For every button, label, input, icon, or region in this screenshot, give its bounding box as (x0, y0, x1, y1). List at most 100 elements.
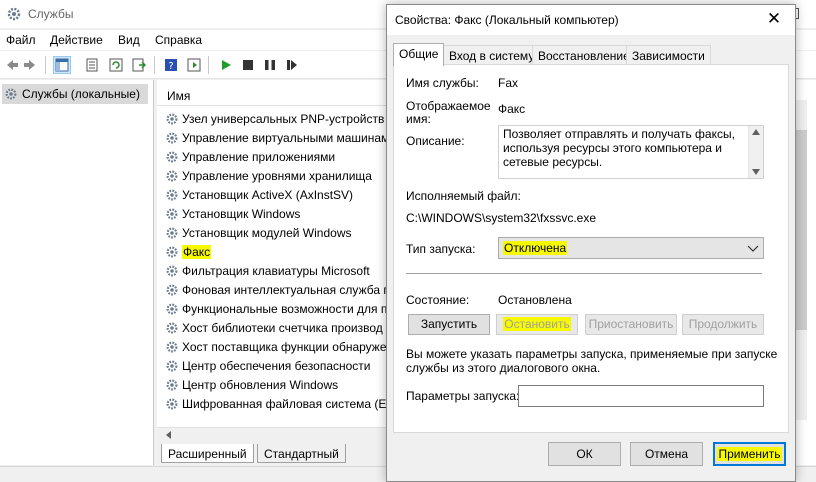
gear-icon (166, 132, 178, 143)
toolbar-separator (154, 56, 155, 74)
scroll-left-icon[interactable] (165, 431, 173, 439)
horizontal-scrollbar[interactable] (157, 427, 387, 441)
display-name-label: Отображаемое (406, 99, 491, 113)
startup-type-value: Отключена (503, 241, 568, 255)
service-name: Функциональные возможности для п (182, 301, 387, 316)
gear-icon (166, 398, 178, 409)
service-row[interactable]: Хост библиотеки счетчика производ (165, 318, 387, 337)
gear-icon (166, 322, 178, 333)
tab-recovery[interactable]: Восстановление (532, 45, 636, 65)
service-name: Факс (182, 244, 212, 259)
stop-button[interactable]: Остановить (496, 314, 578, 335)
service-name: Установщик модулей Windows (182, 225, 352, 240)
gear-icon (166, 284, 178, 295)
pause-icon[interactable] (261, 56, 279, 74)
resume-button[interactable]: Продолжить (682, 314, 764, 335)
service-name-value: Fax (498, 76, 519, 90)
dialog-title: Свойства: Факс (Локальный компьютер) (395, 13, 619, 27)
console-tree: Службы (локальные) (0, 80, 154, 465)
gear-icon (166, 151, 178, 162)
description-box[interactable]: Позволяет отправлять и получать факсы, и… (498, 125, 764, 179)
service-row[interactable]: Управление приложениями (165, 147, 387, 166)
forward-arrow-icon[interactable] (22, 56, 40, 74)
gear-icon (166, 246, 178, 257)
menu-view[interactable]: Вид (118, 33, 140, 47)
service-row[interactable]: Факс (165, 242, 387, 261)
service-row[interactable]: Функциональные возможности для п (165, 299, 387, 318)
svg-text:?: ? (168, 61, 173, 72)
params-input[interactable] (518, 385, 764, 407)
service-row[interactable]: Управление виртуальными машинами (165, 128, 387, 147)
service-name: Фильтрация клавиатуры Microsoft (182, 263, 370, 278)
service-row[interactable]: Установщик модулей Windows (165, 223, 387, 242)
services-list: Имя Узел универсальных PNP-устройств Упра… (157, 80, 387, 440)
ok-button[interactable]: ОК (548, 442, 621, 466)
hint-text-line-1: Вы можете указать параметры запуска, при… (406, 347, 778, 361)
service-row[interactable]: Центр обеспечения безопасности (165, 356, 387, 375)
service-row[interactable]: Шифрованная файловая система (EF (165, 394, 387, 413)
state-label: Состояние: (406, 293, 470, 307)
view-tabs: Расширенный Стандартный (157, 443, 387, 465)
scroll-down-icon[interactable] (752, 169, 760, 175)
service-row[interactable]: Управление уровнями хранилища (165, 166, 387, 185)
scrollbar-thumb[interactable] (795, 130, 807, 330)
start-button[interactable]: Запустить (408, 314, 490, 335)
service-name: Установщик Windows (182, 206, 301, 221)
properties-icon[interactable] (83, 56, 101, 74)
state-value: Остановлена (498, 293, 572, 307)
scroll-up-icon[interactable] (752, 129, 760, 135)
gear-icon (166, 208, 178, 219)
help-icon[interactable]: ? (162, 56, 180, 74)
description-label: Описание: (406, 134, 465, 148)
tab-extended[interactable]: Расширенный (161, 444, 254, 463)
display-name-label-2: имя: (406, 112, 431, 126)
description-scrollbar[interactable] (748, 126, 763, 178)
service-row[interactable]: Узел универсальных PNP-устройств (165, 109, 387, 128)
tree-item-services-local[interactable]: Службы (локальные) (2, 84, 148, 104)
close-icon[interactable]: ✕ (765, 10, 783, 29)
column-header-name[interactable]: Имя (157, 84, 387, 106)
service-name: Хост библиотеки счетчика производ (182, 320, 383, 335)
divider (406, 273, 762, 274)
gear-icon (166, 360, 178, 371)
service-row[interactable]: Установщик Windows (165, 204, 387, 223)
console-tree-icon[interactable] (53, 56, 71, 74)
restart-icon[interactable] (283, 56, 301, 74)
play-icon[interactable] (217, 56, 235, 74)
service-row[interactable]: Установщик ActiveX (AxInstSV) (165, 185, 387, 204)
stop-button-label: Остановить (503, 317, 571, 331)
gear-icon (5, 88, 17, 100)
toolbar-separator (45, 56, 46, 74)
service-row[interactable]: Хост поставщика функции обнаруже (165, 337, 387, 356)
main-window-title: Службы (28, 7, 74, 21)
back-arrow-icon[interactable] (2, 56, 20, 74)
apply-button[interactable]: Применить (713, 442, 786, 466)
tab-general[interactable]: Общие (393, 43, 445, 66)
startup-type-select[interactable]: Отключена (498, 237, 764, 259)
menu-action[interactable]: Действие (50, 33, 103, 47)
service-row[interactable]: Центр обновления Windows (165, 375, 387, 394)
export-list-icon[interactable] (130, 56, 148, 74)
cancel-button[interactable]: Отмена (630, 442, 703, 466)
stop-icon[interactable] (239, 56, 257, 74)
refresh-icon[interactable] (107, 56, 125, 74)
display-name-value[interactable]: Факс (498, 102, 525, 116)
menu-help[interactable]: Справка (155, 33, 202, 47)
service-name: Установщик ActiveX (AxInstSV) (182, 187, 354, 202)
mmc-view-icon[interactable] (185, 56, 203, 74)
startup-type-label: Тип запуска: (406, 242, 476, 256)
service-name: Центр обеспечения безопасности (182, 358, 371, 373)
pause-button[interactable]: Приостановить (585, 314, 677, 335)
menu-file[interactable]: Файл (6, 33, 36, 47)
exe-path[interactable]: C:\WINDOWS\system32\fxssvc.exe (406, 211, 596, 225)
service-row[interactable]: Фоновая интеллектуальная служба п (165, 280, 387, 299)
service-row[interactable]: Фильтрация клавиатуры Microsoft (165, 261, 387, 280)
service-name: Хост поставщика функции обнаруже (182, 339, 387, 354)
dialog-tabs: Общие Вход в систему Восстановление Зави… (393, 43, 793, 66)
tab-dependencies[interactable]: Зависимости (626, 45, 711, 65)
tab-logon[interactable]: Вход в систему (443, 45, 541, 65)
tab-standard[interactable]: Стандартный (257, 444, 346, 463)
service-name: Центр обновления Windows (182, 377, 339, 392)
params-label: Параметры запуска: (406, 389, 520, 403)
gear-icon (166, 113, 178, 124)
